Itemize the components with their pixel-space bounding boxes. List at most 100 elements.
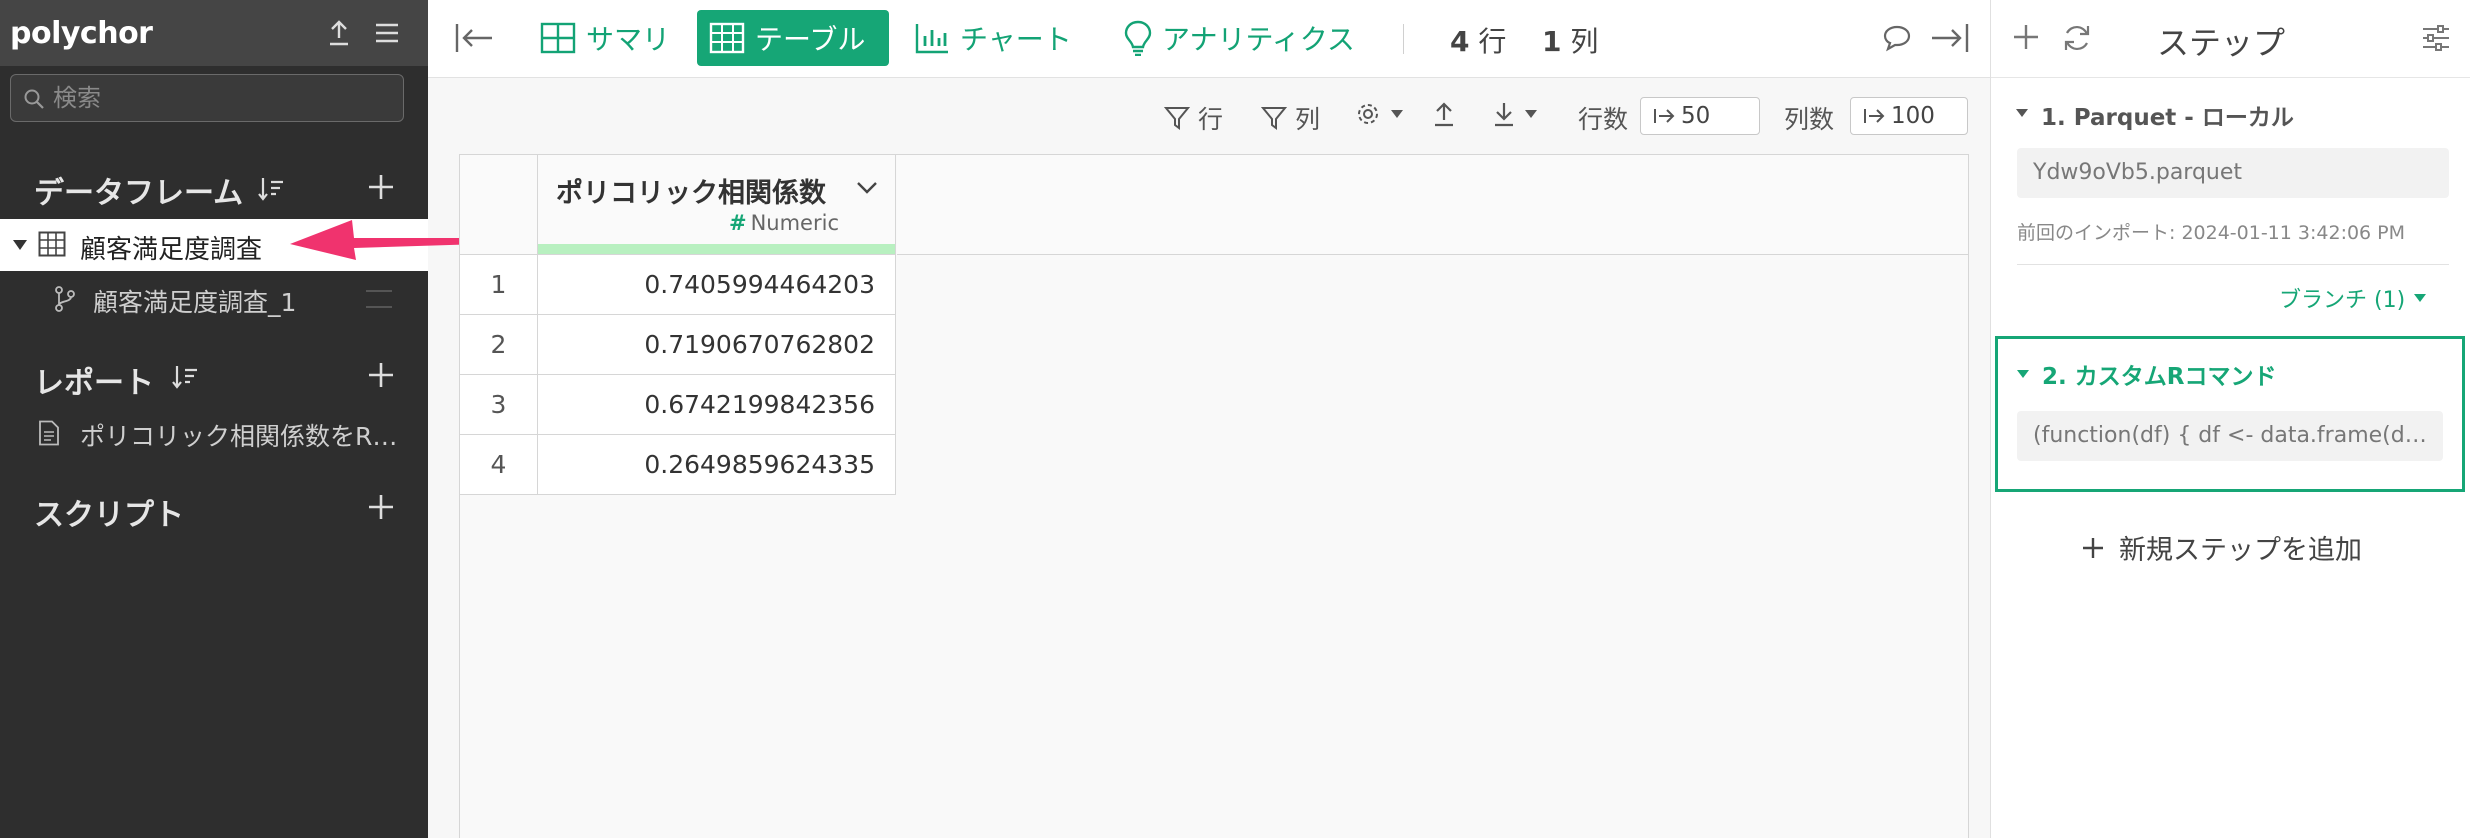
search-box[interactable] [10, 74, 404, 122]
branch-dropdown[interactable]: ブランチ (1) [2279, 282, 2427, 314]
comment-icon[interactable] [1882, 24, 1912, 52]
table-icon [38, 231, 66, 257]
header-filler [897, 155, 1968, 255]
add-step-icon[interactable] [2011, 22, 2041, 52]
cell-value[interactable]: 0.7190670762802 [538, 315, 896, 375]
caret-down-icon[interactable] [2016, 369, 2030, 379]
step2-title[interactable]: 2. カスタムRコマンド [2042, 357, 2276, 391]
upload-icon[interactable] [324, 18, 354, 48]
drag-handle-icon[interactable] [366, 290, 392, 308]
document-icon [38, 420, 60, 446]
chevron-down-icon[interactable] [856, 181, 878, 195]
caret-down-icon[interactable] [2015, 108, 2029, 118]
app-brand: polychor [10, 16, 153, 51]
menu-icon[interactable] [372, 18, 402, 48]
settings-dropdown[interactable] [1354, 100, 1404, 128]
refresh-icon[interactable] [2061, 22, 2093, 54]
caret-down-icon [2413, 293, 2427, 303]
tab-chart-label: チャート [960, 23, 1072, 56]
filter-icon [1261, 105, 1287, 131]
row-index: 3 [460, 375, 538, 435]
sort-icon[interactable] [256, 174, 286, 204]
collapse-right-icon[interactable] [1930, 22, 1970, 54]
collapse-left-icon[interactable] [454, 22, 494, 54]
table-corner [460, 155, 538, 255]
cols-limit-input[interactable]: 100 [1850, 97, 1968, 135]
step2-code[interactable]: (function(df) { df <- data.frame(df) %>%… [2017, 411, 2443, 461]
steps-title: ステップ [2157, 24, 2286, 62]
reports-section-title: レポート [34, 366, 154, 401]
gear-icon [1354, 100, 1382, 128]
report-item[interactable]: ポリコリック相関係数をRで計算 [0, 410, 428, 456]
step1-file[interactable]: Ydw9oVb5.parquet [2017, 148, 2449, 198]
tab-summary[interactable]: サマリ [528, 10, 682, 66]
column-filter-button[interactable]: 列 [1261, 100, 1320, 136]
caret-down-icon [1524, 109, 1538, 119]
column-count: 1 列 [1542, 25, 1599, 58]
tab-table-label: テーブル [755, 23, 866, 56]
add-report-icon[interactable] [366, 360, 396, 390]
divider [1403, 24, 1404, 54]
tab-analytics-label: アナリティクス [1162, 23, 1355, 56]
search-input[interactable] [53, 83, 393, 113]
rows-limit-input[interactable]: 50 [1640, 97, 1760, 135]
row-filter-button[interactable]: 行 [1164, 100, 1223, 136]
lightbulb-icon [1124, 20, 1152, 56]
tab-chart[interactable]: チャート [902, 10, 1084, 66]
step2-card[interactable]: 2. カスタムRコマンド (function(df) { df <- data.… [1995, 336, 2465, 492]
tab-table[interactable]: テーブル [697, 10, 889, 66]
data-table: ポリコリック相関係数 # Numeric 1 0.7405994464203 2 … [459, 154, 1969, 838]
grid-icon [540, 22, 576, 54]
column-type: # Numeric [728, 211, 839, 235]
steps-header: ステップ [1991, 0, 2470, 78]
column-quality-bar [538, 244, 895, 254]
download-icon [1492, 100, 1516, 128]
row-index: 4 [460, 435, 538, 495]
row-count: 4 行 [1450, 25, 1507, 58]
branch-item[interactable]: 顧客満足度調査_1 [0, 276, 428, 322]
steps-panel: ステップ 1. Parquet - ローカル Ydw9oVb5.parquet … [1990, 0, 2470, 838]
cols-label: 列数 [1784, 105, 1835, 134]
add-script-icon[interactable] [366, 492, 396, 522]
table-row[interactable]: 1 0.7405994464203 [460, 255, 896, 315]
report-name: ポリコリック相関係数をRで計算 [80, 422, 400, 451]
table-row[interactable]: 4 0.2649859624335 [460, 435, 896, 495]
table-icon [709, 22, 745, 54]
caret-down-icon[interactable] [12, 239, 28, 251]
add-step-button[interactable]: 新規ステップを追加 [2081, 528, 2362, 567]
tab-analytics[interactable]: アナリティクス [1112, 10, 1367, 66]
step1-prev-import: 前回のインポート: 2024-01-11 3:42:06 PM [2017, 222, 2406, 244]
sidebar-header: polychor [0, 0, 428, 66]
column-name: ポリコリック相関係数 [556, 178, 826, 209]
rows-label: 行数 [1578, 105, 1629, 134]
column-header[interactable]: ポリコリック相関係数 # Numeric [538, 155, 896, 255]
row-index: 2 [460, 315, 538, 375]
divider [2017, 264, 2449, 265]
numeric-type-icon: # [728, 211, 747, 235]
top-toolbar: サマリ テーブル チャート アナリティクス 4 行 1 列 [428, 0, 1990, 78]
step1-title[interactable]: 1. Parquet - ローカル [2041, 98, 2294, 132]
upload-icon [1432, 100, 1456, 128]
sort-icon[interactable] [170, 362, 200, 392]
upload-button[interactable] [1432, 100, 1456, 128]
search-icon [23, 88, 45, 110]
bar-chart-icon [914, 22, 950, 54]
filter-icon [1164, 105, 1190, 131]
branch-name: 顧客満足度調査_1 [93, 288, 297, 317]
dataframe-name: 顧客満足度調査 [80, 235, 263, 265]
download-dropdown[interactable] [1492, 100, 1538, 128]
table-row[interactable]: 3 0.6742199842356 [460, 375, 896, 435]
jump-to-icon [1863, 107, 1885, 125]
add-dataframe-icon[interactable] [366, 172, 396, 202]
cell-value[interactable]: 0.6742199842356 [538, 375, 896, 435]
sidebar: polychor データフレーム 顧客満足度調査 顧客満足度調 [0, 0, 428, 838]
settings-sliders-icon[interactable] [2421, 24, 2451, 52]
caret-down-icon [1390, 109, 1404, 119]
branch-icon [54, 286, 76, 312]
jump-to-icon [1653, 107, 1675, 125]
plus-icon [2081, 536, 2105, 560]
cell-value[interactable]: 0.2649859624335 [538, 435, 896, 495]
table-row[interactable]: 2 0.7190670762802 [460, 315, 896, 375]
cell-value[interactable]: 0.7405994464203 [538, 255, 896, 315]
row-index: 1 [460, 255, 538, 315]
